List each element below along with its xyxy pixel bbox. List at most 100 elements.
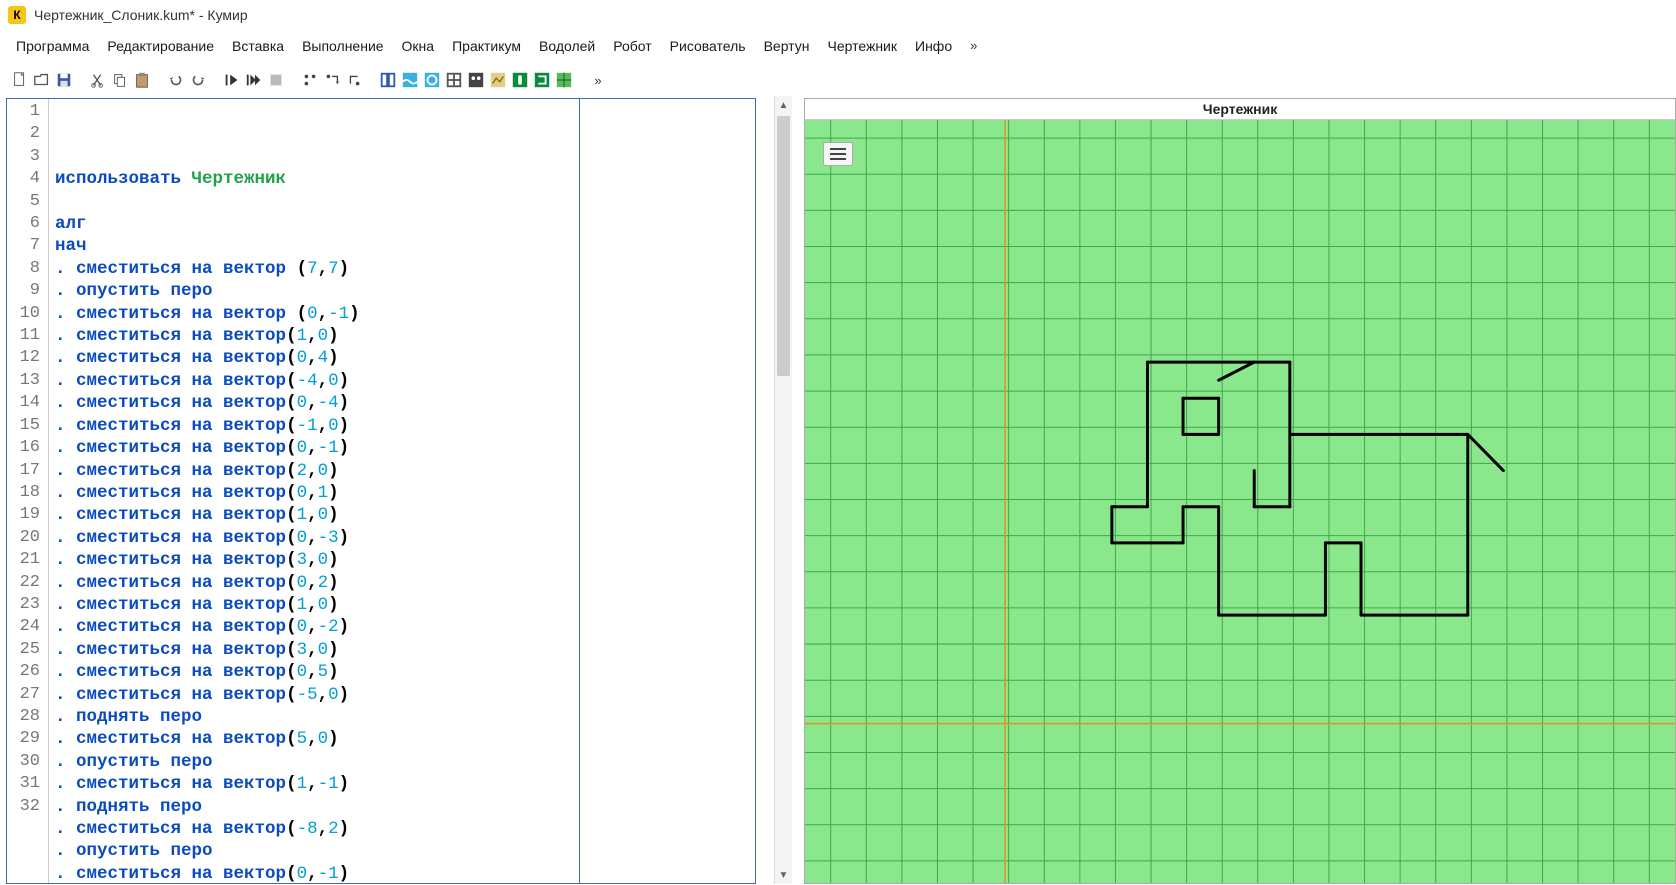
- line-number: 27: [7, 684, 40, 706]
- actor7-icon[interactable]: [510, 70, 530, 90]
- code-line[interactable]: . опустить перо: [55, 751, 755, 773]
- open-file-icon[interactable]: [32, 70, 52, 90]
- code-line[interactable]: . сместиться на вектор(0,5): [55, 661, 755, 683]
- scrollbar-thumb[interactable]: [777, 116, 790, 376]
- actor8-icon[interactable]: [532, 70, 552, 90]
- window-title: Чертежник_Слоник.kum* - Кумир: [34, 7, 248, 23]
- main-area: 1234567891011121314151617181920212223242…: [0, 96, 1676, 884]
- line-number: 30: [7, 751, 40, 773]
- actor9-icon[interactable]: [554, 70, 574, 90]
- code-line[interactable]: . сместиться на вектор(1,-1): [55, 773, 755, 795]
- toolbar: »: [0, 66, 1676, 96]
- code-line[interactable]: нач: [55, 235, 755, 257]
- scroll-down-icon[interactable]: ▼: [775, 866, 792, 884]
- code-line[interactable]: . сместиться на вектор(0,-1): [55, 863, 755, 885]
- menu-program[interactable]: Программа: [8, 34, 97, 58]
- code-line[interactable]: . опустить перо: [55, 840, 755, 862]
- line-number: 23: [7, 594, 40, 616]
- line-number: 17: [7, 460, 40, 482]
- line-number: 14: [7, 392, 40, 414]
- code-line[interactable]: . сместиться на вектор(-4,0): [55, 370, 755, 392]
- menu-robot[interactable]: Робот: [605, 34, 659, 58]
- canvas-hamburger-icon[interactable]: [823, 142, 853, 166]
- code-line[interactable]: [55, 191, 755, 213]
- code-line[interactable]: . сместиться на вектор(-5,0): [55, 684, 755, 706]
- line-number: 15: [7, 415, 40, 437]
- line-number: 20: [7, 527, 40, 549]
- code-line[interactable]: . поднять перо: [55, 706, 755, 728]
- actor3-icon[interactable]: [422, 70, 442, 90]
- code-line[interactable]: . сместиться на вектор (7,7): [55, 258, 755, 280]
- scroll-up-icon[interactable]: ▲: [775, 96, 792, 114]
- line-number: 3: [7, 146, 40, 168]
- menu-praktikum[interactable]: Практикум: [444, 34, 529, 58]
- cut-icon[interactable]: [88, 70, 108, 90]
- menu-vertun[interactable]: Вертун: [756, 34, 818, 58]
- menu-windows[interactable]: Окна: [394, 34, 443, 58]
- code-line[interactable]: использовать Чертежник: [55, 168, 755, 190]
- code-line[interactable]: . опустить перо: [55, 280, 755, 302]
- code-line[interactable]: . сместиться на вектор(3,0): [55, 549, 755, 571]
- line-number: 25: [7, 639, 40, 661]
- line-number: 29: [7, 728, 40, 750]
- actor6-icon[interactable]: [488, 70, 508, 90]
- code-line[interactable]: . сместиться на вектор(0,4): [55, 347, 755, 369]
- actor5-icon[interactable]: [466, 70, 486, 90]
- menu-risovatel[interactable]: Рисователь: [662, 34, 754, 58]
- line-number: 13: [7, 370, 40, 392]
- line-number: 24: [7, 616, 40, 638]
- line-number: 16: [7, 437, 40, 459]
- code-editor[interactable]: использовать Чертежник алгнач. сместитьс…: [49, 99, 755, 883]
- code-line[interactable]: . сместиться на вектор(0,2): [55, 572, 755, 594]
- titlebar: К Чертежник_Слоник.kum* - Кумир: [0, 0, 1676, 30]
- menu-vodoley[interactable]: Водолей: [531, 34, 603, 58]
- code-line[interactable]: . сместиться на вектор(1,0): [55, 325, 755, 347]
- run-fast-icon[interactable]: [244, 70, 264, 90]
- step-into-icon[interactable]: [322, 70, 342, 90]
- line-number: 8: [7, 258, 40, 280]
- paste-icon[interactable]: [132, 70, 152, 90]
- line-number: 4: [7, 168, 40, 190]
- menu-chertezhnik[interactable]: Чертежник: [819, 34, 905, 58]
- code-line[interactable]: алг: [55, 213, 755, 235]
- toolbar-more[interactable]: »: [588, 70, 608, 90]
- code-line[interactable]: . сместиться на вектор(0,-3): [55, 527, 755, 549]
- copy-icon[interactable]: [110, 70, 130, 90]
- actor1-icon[interactable]: [378, 70, 398, 90]
- line-number: 9: [7, 280, 40, 302]
- code-line[interactable]: . сместиться на вектор(1,0): [55, 594, 755, 616]
- stop-icon[interactable]: [266, 70, 286, 90]
- code-line[interactable]: . сместиться на вектор(3,0): [55, 639, 755, 661]
- save-icon[interactable]: [54, 70, 74, 90]
- code-line[interactable]: . сместиться на вектор(0,-2): [55, 616, 755, 638]
- code-line[interactable]: . сместиться на вектор(0,-4): [55, 392, 755, 414]
- menu-insert[interactable]: Вставка: [224, 34, 292, 58]
- step-icon[interactable]: [300, 70, 320, 90]
- line-number: 26: [7, 661, 40, 683]
- menu-execute[interactable]: Выполнение: [294, 34, 391, 58]
- step-out-icon[interactable]: [344, 70, 364, 90]
- code-line[interactable]: . сместиться на вектор(0,1): [55, 482, 755, 504]
- code-line[interactable]: . поднять перо: [55, 796, 755, 818]
- actor2-icon[interactable]: [400, 70, 420, 90]
- line-number: 19: [7, 504, 40, 526]
- editor-split-divider[interactable]: [579, 99, 580, 883]
- actor4-icon[interactable]: [444, 70, 464, 90]
- new-file-icon[interactable]: [10, 70, 30, 90]
- code-line[interactable]: . сместиться на вектор(-1,0): [55, 415, 755, 437]
- editor-scrollbar[interactable]: ▲ ▼: [774, 96, 792, 884]
- redo-icon[interactable]: [188, 70, 208, 90]
- code-line[interactable]: . сместиться на вектор(-8,2): [55, 818, 755, 840]
- code-line[interactable]: . сместиться на вектор (0,-1): [55, 303, 755, 325]
- menu-edit[interactable]: Редактирование: [99, 34, 222, 58]
- drawing-canvas[interactable]: [805, 120, 1675, 883]
- canvas-pane: Чертежник: [804, 98, 1676, 884]
- menu-more[interactable]: »: [962, 34, 985, 58]
- code-line[interactable]: . сместиться на вектор(5,0): [55, 728, 755, 750]
- code-line[interactable]: . сместиться на вектор(0,-1): [55, 437, 755, 459]
- undo-icon[interactable]: [166, 70, 186, 90]
- code-line[interactable]: . сместиться на вектор(1,0): [55, 504, 755, 526]
- run-icon[interactable]: [222, 70, 242, 90]
- menu-info[interactable]: Инфо: [907, 34, 960, 58]
- code-line[interactable]: . сместиться на вектор(2,0): [55, 460, 755, 482]
